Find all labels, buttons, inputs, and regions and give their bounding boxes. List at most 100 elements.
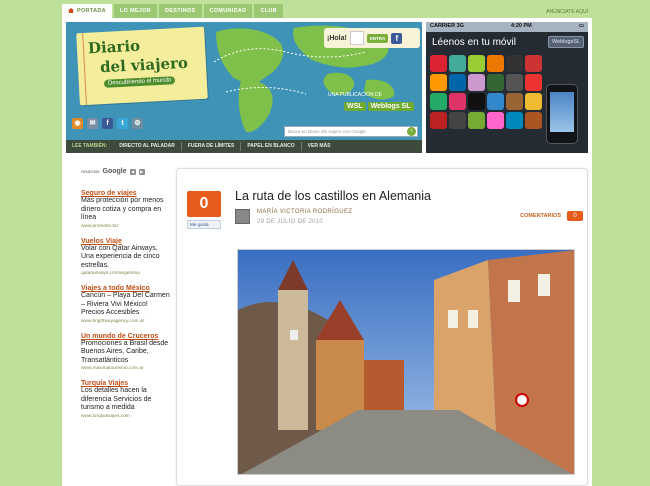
app-icon — [525, 93, 542, 110]
phone-status-bar: CARRIER 3G 4:20 PM ▭ — [426, 22, 588, 32]
comments-link[interactable]: COMENTARIOS — [520, 213, 561, 219]
weblogs-logo: Weblogs SL — [367, 102, 414, 111]
login-button[interactable]: ENTRA — [366, 33, 389, 43]
ad-description: Promociones a Brasil desde Buenos Aires,… — [81, 339, 169, 364]
app-icon — [430, 112, 447, 129]
greeting-text: ¡Hola! — [327, 34, 347, 42]
tab-portada[interactable]: PORTADA — [62, 4, 112, 18]
ad-item[interactable]: Vuelos Viaje Volar con Qatar Airways. Un… — [81, 238, 172, 277]
comments-count-badge[interactable]: 0 — [567, 211, 583, 221]
prev-arrow-icon[interactable]: ◀ — [129, 168, 136, 175]
ad-item[interactable]: Viajes a todo México Cancún – Playa Del … — [81, 285, 172, 324]
ad-title[interactable]: Viajes a todo México — [81, 285, 172, 292]
page-container: Diario del viajero Descubriendo el mundo… — [62, 18, 592, 486]
wsl-logo: WSL — [344, 102, 366, 111]
app-icon — [487, 112, 504, 129]
twitter-icon[interactable]: t — [117, 118, 128, 129]
ad-description: Los detalles hacen la diferencia Servici… — [81, 387, 152, 411]
mobile-promo[interactable]: CARRIER 3G 4:20 PM ▭ Léenos en tu móvil … — [426, 22, 588, 153]
app-icon — [449, 112, 466, 129]
ver-mas-link[interactable]: VER MÁS — [302, 142, 337, 151]
app-icon — [506, 112, 523, 129]
facebook-share-icon[interactable]: f — [102, 118, 113, 129]
town-photo-illustration — [238, 250, 574, 474]
ad-item[interactable]: Seguro de viajes Más protección por meno… — [81, 190, 172, 229]
related-label: LEE TAMBIÉN: — [72, 143, 108, 149]
app-icon — [430, 74, 447, 91]
app-icon — [468, 93, 485, 110]
ad-description: Cancún – Playa Del Carmen – Riviera Vivi… — [81, 292, 170, 316]
article-date: 29 DE JULIO DE 2010 — [257, 219, 324, 225]
ad-title[interactable]: Un mundo de Cruceros — [81, 333, 172, 340]
related-link[interactable]: FUERA DE LÍMITES — [182, 142, 242, 151]
app-icon — [430, 55, 447, 72]
site-logo-line1[interactable]: Diario — [88, 37, 141, 58]
app-icon-grid — [430, 55, 544, 129]
publisher-logo[interactable]: WSL Weblogs SL — [344, 102, 414, 111]
publisher-label: UNA PUBLICACIÓN DE — [328, 92, 382, 98]
login-box: ¡Hola! ENTRA f — [324, 28, 420, 48]
app-icon — [449, 93, 466, 110]
ads-label: Anuncios — [81, 169, 100, 174]
weblogs-button[interactable]: WeblogsSL — [547, 36, 584, 48]
app-icon — [487, 55, 504, 72]
vote-count-badge[interactable]: 0 — [187, 191, 221, 217]
next-arrow-icon[interactable]: ▶ — [138, 168, 145, 175]
settings-icon[interactable]: ⚙ — [132, 118, 143, 129]
email-icon[interactable]: ✉ — [87, 118, 98, 129]
article-photo — [237, 249, 575, 475]
social-icons: ◉ ✉ f t ⚙ — [72, 118, 143, 129]
related-blogs-bar: LEE TAMBIÉN: DIRECTO AL PALADAR FUERA DE… — [66, 140, 422, 153]
app-icon — [506, 93, 523, 110]
tab-club[interactable]: CLUB — [254, 4, 283, 18]
carrier-label: CARRIER 3G — [430, 23, 464, 29]
related-link[interactable]: DIRECTO AL PALADAR — [113, 142, 182, 151]
search-input[interactable]: Busca en Diario del viajero con Google — [284, 126, 418, 137]
article-title[interactable]: La ruta de los castillos en Alemania — [235, 189, 431, 203]
ad-url[interactable]: www.brightwayagency.com.ar — [81, 319, 172, 324]
app-icon — [506, 55, 523, 72]
top-navigation: PORTADA LO MEJOR DESTINOS COMUNIDAD CLUB — [62, 4, 592, 18]
tab-label: PORTADA — [77, 8, 106, 14]
tab-comunidad[interactable]: COMUNIDAD — [203, 4, 253, 18]
ad-item[interactable]: Turquía Viajes Los detalles hacen la dif… — [81, 380, 172, 419]
ad-description: Más protección por menos dinero cotiza y… — [81, 197, 164, 221]
ad-url[interactable]: www.maximatourismo.com.ar — [81, 366, 172, 371]
like-button[interactable]: Me gusta — [187, 220, 221, 229]
author-avatar — [235, 209, 250, 224]
app-icon — [468, 55, 485, 72]
ad-description: Volar con Qatar Airways. Una experiencia… — [81, 244, 160, 269]
time-label: 4:20 PM — [510, 23, 532, 29]
ads-header: Anuncios Google ◀ ▶ — [81, 168, 172, 175]
related-link[interactable]: PAPEL EN BLANCO — [241, 142, 302, 151]
app-icon — [449, 74, 466, 91]
battery-icon: ▭ — [578, 23, 584, 29]
article-author[interactable]: MARÍA VICTORIA RODRÍGUEZ — [257, 209, 353, 215]
app-icon — [525, 112, 542, 129]
ad-title[interactable]: Vuelos Viaje — [81, 238, 172, 245]
mobile-promo-title: Léenos en tu móvil — [432, 37, 516, 48]
ad-url[interactable]: www.turquiaviajes.com — [81, 414, 172, 419]
app-icon — [525, 55, 542, 72]
app-icon — [468, 74, 485, 91]
rss-icon[interactable]: ◉ — [72, 118, 83, 129]
ad-title[interactable]: Turquía Viajes — [81, 380, 172, 387]
facebook-icon[interactable]: f — [391, 32, 403, 44]
app-icon — [506, 74, 523, 91]
ad-url[interactable]: qatarairways.com/argentina — [81, 271, 172, 276]
tab-lo-mejor[interactable]: LO MEJOR — [113, 4, 158, 18]
advertise-link[interactable]: ANÚNCIATE AQUÍ — [546, 9, 588, 15]
ad-title[interactable]: Seguro de viajes — [81, 190, 172, 197]
app-icon — [487, 74, 504, 91]
app-icon — [430, 93, 447, 110]
search-icon[interactable]: › — [407, 127, 416, 136]
site-header: Diario del viajero Descubriendo el mundo… — [66, 22, 422, 140]
app-icon — [525, 74, 542, 91]
ad-item[interactable]: Un mundo de Cruceros Promociones a Brasi… — [81, 333, 172, 372]
ad-url[interactable]: www.promofin.biz — [81, 224, 172, 229]
tab-destinos[interactable]: DESTINOS — [159, 4, 202, 18]
app-icon — [449, 55, 466, 72]
iphone-graphic — [546, 84, 578, 144]
article-card: 0 Me gusta La ruta de los castillos en A… — [176, 168, 588, 486]
home-icon — [68, 8, 74, 13]
